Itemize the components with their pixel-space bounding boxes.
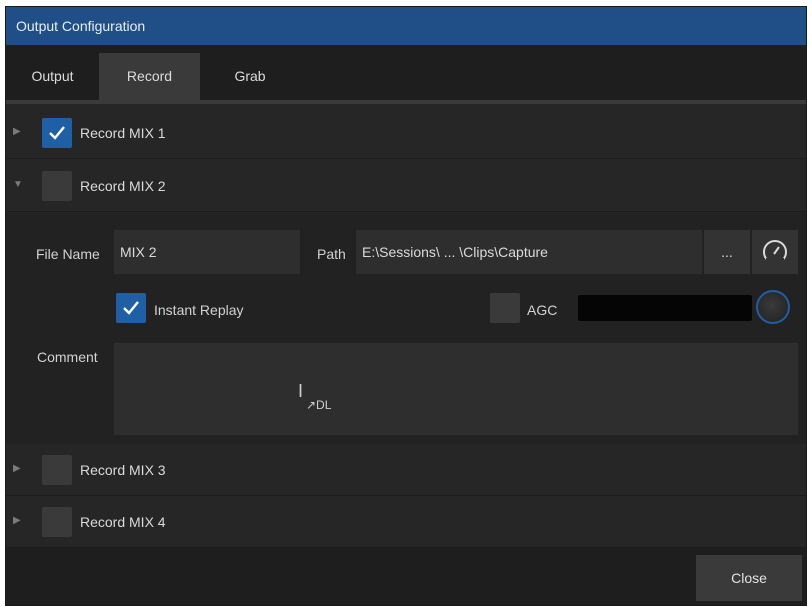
drag-cursor-indicator: ↗DL <box>306 398 332 412</box>
comment-input[interactable] <box>114 343 798 435</box>
record-mix-3-label: Record MIX 3 <box>80 462 166 478</box>
expand-right-icon[interactable]: ▶ <box>13 514 25 528</box>
agc-label: AGC <box>527 302 558 318</box>
gauge-icon <box>763 240 787 264</box>
tab-divider <box>6 100 806 104</box>
output-configuration-window: Output Configuration Output Record Grab … <box>5 6 807 606</box>
record-mix-1-checkbox[interactable] <box>42 118 72 148</box>
instant-replay-label: Instant Replay <box>154 302 244 318</box>
path-input[interactable] <box>356 230 702 274</box>
comment-label: Comment <box>37 349 98 365</box>
record-mix-2-label: Record MIX 2 <box>80 178 166 194</box>
expand-right-icon[interactable]: ▶ <box>13 125 25 139</box>
instant-replay-checkbox[interactable] <box>116 293 146 323</box>
record-mix-1-row: ▶ Record MIX 1 <box>6 107 806 159</box>
expand-down-icon[interactable]: ▼ <box>13 178 25 192</box>
checkmark-icon <box>123 301 139 315</box>
tab-bar: Output Record Grab <box>6 45 806 100</box>
dialog-footer: Close <box>6 548 806 605</box>
agc-checkbox[interactable] <box>490 293 520 323</box>
record-mix-3-checkbox[interactable] <box>42 455 72 485</box>
browse-button[interactable]: ... <box>704 230 750 274</box>
agc-knob[interactable] <box>756 290 790 324</box>
record-mix-2-checkbox[interactable] <box>42 171 72 201</box>
tab-output[interactable]: Output <box>6 53 99 100</box>
record-mix-4-label: Record MIX 4 <box>80 514 166 530</box>
expand-right-icon[interactable]: ▶ <box>13 462 25 476</box>
checkmark-icon <box>49 126 65 140</box>
record-mix-4-checkbox[interactable] <box>42 507 72 537</box>
text-cursor-icon: I <box>298 381 304 401</box>
tab-grab[interactable]: Grab <box>200 53 300 100</box>
record-mix-4-row: ▶ Record MIX 4 <box>6 496 806 548</box>
path-label: Path <box>317 246 346 262</box>
close-button[interactable]: Close <box>696 555 802 601</box>
meter-button[interactable] <box>752 230 798 274</box>
file-name-label: File Name <box>36 246 100 262</box>
record-mix-2-settings: File Name Path ... Instant Replay AGC Co… <box>6 213 806 445</box>
tab-record[interactable]: Record <box>99 53 200 100</box>
window-title: Output Configuration <box>6 7 806 45</box>
record-mix-2-row: ▼ Record MIX 2 <box>6 160 806 212</box>
record-mix-3-row: ▶ Record MIX 3 <box>6 444 806 496</box>
file-name-input[interactable] <box>114 230 300 274</box>
agc-level-bar[interactable] <box>578 295 752 321</box>
record-mix-1-label: Record MIX 1 <box>80 125 166 141</box>
